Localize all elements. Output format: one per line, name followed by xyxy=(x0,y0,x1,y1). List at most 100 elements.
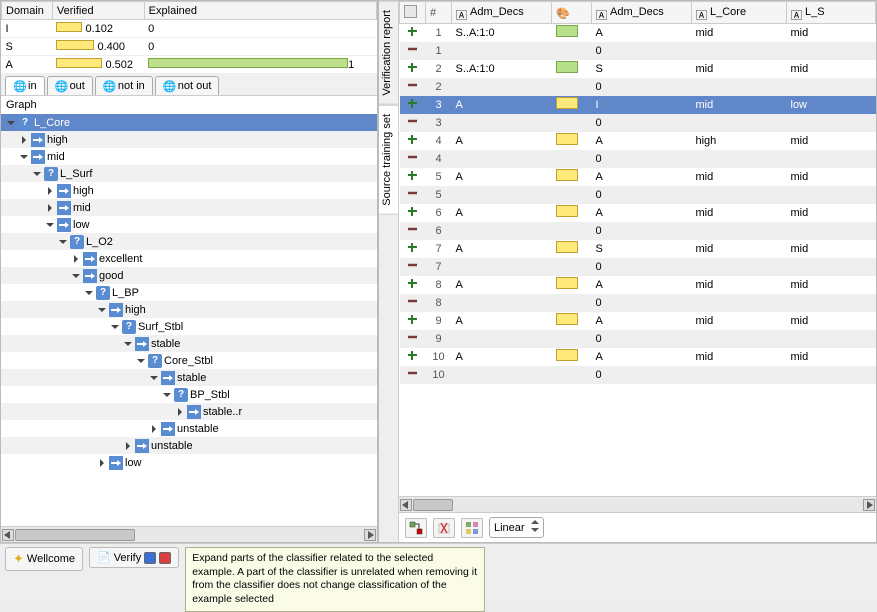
tree-node[interactable]: ?L_O2 xyxy=(1,233,377,250)
tree-node[interactable]: high xyxy=(1,182,377,199)
col-explained[interactable]: Explained xyxy=(144,2,376,20)
close-icon[interactable] xyxy=(159,552,171,564)
tree-node[interactable]: low xyxy=(1,454,377,471)
expand-cell[interactable] xyxy=(400,24,426,42)
table-row[interactable]: 6AAmidmid xyxy=(400,204,876,222)
verify-button[interactable]: 📄Verify xyxy=(89,547,179,568)
col-adm-decs[interactable]: 🄰Adm_Decs xyxy=(452,2,552,24)
tree-node[interactable]: ?Core_Stbl xyxy=(1,352,377,369)
scroll-thumb[interactable] xyxy=(413,499,453,511)
expand-cell[interactable] xyxy=(400,330,426,348)
col-l-core[interactable]: 🄰L_Core xyxy=(692,2,787,24)
table-row[interactable]: 10AAmidmid xyxy=(400,348,876,366)
table-row[interactable]: 80 xyxy=(400,294,876,312)
table-row[interactable]: 1S..A:1:0Amidmid xyxy=(400,24,876,42)
twisty-icon[interactable] xyxy=(122,440,133,451)
tree-node[interactable]: stable xyxy=(1,369,377,386)
scroll-left-arrow[interactable] xyxy=(2,529,14,541)
checkbox-icon[interactable] xyxy=(404,5,417,18)
expand-cell[interactable] xyxy=(400,168,426,186)
scroll-right-arrow[interactable] xyxy=(364,529,376,541)
col-adm-decs-2[interactable]: 🄰Adm_Decs xyxy=(592,2,692,24)
twisty-icon[interactable] xyxy=(31,168,42,179)
twisty-icon[interactable] xyxy=(57,236,68,247)
twisty-icon[interactable] xyxy=(18,151,29,162)
twisty-icon[interactable] xyxy=(148,372,159,383)
tree-node[interactable]: high xyxy=(1,301,377,318)
twisty-icon[interactable] xyxy=(174,406,185,417)
twisty-icon[interactable] xyxy=(122,338,133,349)
expand-cell[interactable] xyxy=(400,150,426,168)
twisty-icon[interactable] xyxy=(96,304,107,315)
verified-row[interactable]: A 0.502 1 xyxy=(2,56,377,74)
table-row[interactable]: 50 xyxy=(400,186,876,204)
twisty-icon[interactable] xyxy=(44,202,55,213)
col-domain[interactable]: Domain xyxy=(2,2,53,20)
col-color[interactable]: 🎨 xyxy=(552,2,592,24)
tree-node[interactable]: ?L_Core xyxy=(1,114,377,131)
tree-node[interactable]: high xyxy=(1,131,377,148)
data-table[interactable]: # 🄰Adm_Decs 🎨 🄰Adm_Decs 🄰L_Core 🄰L_S 1S.… xyxy=(399,1,876,496)
horizontal-scrollbar[interactable] xyxy=(399,496,876,512)
table-row[interactable]: 60 xyxy=(400,222,876,240)
tree-node[interactable]: ?L_Surf xyxy=(1,165,377,182)
table-row[interactable]: 7ASmidmid xyxy=(400,240,876,258)
verified-row[interactable]: I 0.102 0 xyxy=(2,20,377,38)
table-row[interactable]: 70 xyxy=(400,258,876,276)
verified-row[interactable]: S 0.400 0 xyxy=(2,38,377,56)
expand-cell[interactable] xyxy=(400,366,426,384)
expand-cell[interactable] xyxy=(400,132,426,150)
expand-cell[interactable] xyxy=(400,96,426,114)
expand-cell[interactable] xyxy=(400,312,426,330)
tab-out[interactable]: 🌐out xyxy=(47,76,93,95)
scroll-right-arrow[interactable] xyxy=(863,499,875,511)
expand-cell[interactable] xyxy=(400,114,426,132)
horizontal-scrollbar[interactable] xyxy=(1,526,377,542)
table-row[interactable]: 9AAmidmid xyxy=(400,312,876,330)
tree-node[interactable]: ?BP_Stbl xyxy=(1,386,377,403)
table-row[interactable]: 10 xyxy=(400,42,876,60)
twisty-icon[interactable] xyxy=(70,253,81,264)
tree-node[interactable]: ?L_BP xyxy=(1,284,377,301)
tree-node[interactable]: ?Surf_Stbl xyxy=(1,318,377,335)
col-checkbox[interactable] xyxy=(400,2,426,24)
col-l-s[interactable]: 🄰L_S xyxy=(787,2,876,24)
col-number[interactable]: # xyxy=(426,2,452,24)
tree-node[interactable]: low xyxy=(1,216,377,233)
twisty-icon[interactable] xyxy=(83,287,94,298)
table-row[interactable]: 2S..A:1:0Smidmid xyxy=(400,60,876,78)
expand-cell[interactable] xyxy=(400,222,426,240)
tree-node[interactable]: excellent xyxy=(1,250,377,267)
vtab-source-training-set[interactable]: Source training set xyxy=(379,105,398,215)
twisty-icon[interactable] xyxy=(161,389,172,400)
twisty-icon[interactable] xyxy=(148,423,159,434)
mode-select[interactable]: Linear xyxy=(489,517,544,538)
scroll-left-arrow[interactable] xyxy=(400,499,412,511)
table-row[interactable]: 5AAmidmid xyxy=(400,168,876,186)
twisty-icon[interactable] xyxy=(135,355,146,366)
tree-view[interactable]: ?L_Corehighmid?L_Surfhighmidlow?L_O2exce… xyxy=(1,114,377,526)
tab-in[interactable]: 🌐in xyxy=(5,76,45,95)
tree-node[interactable]: mid xyxy=(1,199,377,216)
expand-cell[interactable] xyxy=(400,204,426,222)
expand-cell[interactable] xyxy=(400,294,426,312)
palette-button[interactable] xyxy=(461,518,483,538)
table-row[interactable]: 40 xyxy=(400,150,876,168)
expand-cell[interactable] xyxy=(400,78,426,96)
tree-node[interactable]: stable..r xyxy=(1,403,377,420)
wellcome-button[interactable]: ✦Wellcome xyxy=(5,547,83,571)
expand-cell[interactable] xyxy=(400,276,426,294)
scroll-thumb[interactable] xyxy=(15,529,135,541)
maximize-icon[interactable] xyxy=(144,552,156,564)
tree-node[interactable]: stable xyxy=(1,335,377,352)
table-row[interactable]: 8AAmidmid xyxy=(400,276,876,294)
tree-node[interactable]: unstable xyxy=(1,437,377,454)
table-row[interactable]: 20 xyxy=(400,78,876,96)
expand-cell[interactable] xyxy=(400,240,426,258)
twisty-icon[interactable] xyxy=(109,321,120,332)
tree-node[interactable]: unstable xyxy=(1,420,377,437)
expand-cell[interactable] xyxy=(400,258,426,276)
twisty-icon[interactable] xyxy=(18,134,29,145)
table-row[interactable]: 4AAhighmid xyxy=(400,132,876,150)
tab-not-in[interactable]: 🌐not in xyxy=(95,76,153,95)
